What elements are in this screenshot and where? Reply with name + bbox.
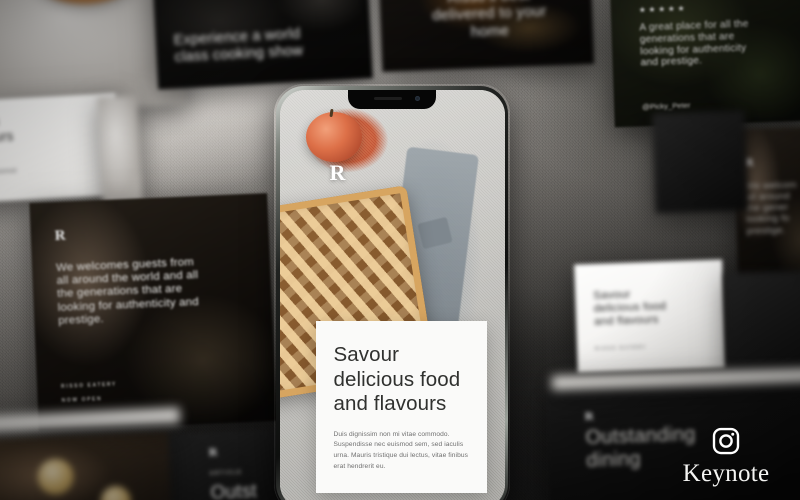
slide-headline: Savour delicious food and flavours	[593, 288, 667, 329]
brand-watermark: Keynote	[666, 426, 786, 488]
slide-photo	[0, 431, 173, 500]
slide-photo	[652, 110, 748, 214]
slide-welcome[interactable]: R We welcomes guests from all around the…	[29, 193, 277, 431]
earpiece-speaker-icon	[374, 97, 402, 101]
slide-quote: A great place for all the generations th…	[639, 18, 749, 69]
presentation-mockup-scene: Experience a world class cooking show Ri…	[0, 0, 800, 500]
screen-body-text: Duis dignissim non mi vitae commodo. Sus…	[333, 430, 469, 470]
front-camera-icon	[414, 96, 420, 102]
slide-headline: Outst	[210, 481, 258, 500]
screen-headline: Savour delicious food and flavours	[333, 343, 461, 416]
brand-logo-letter: R	[329, 159, 346, 185]
instagram-icon[interactable]	[711, 426, 741, 456]
apple-fruit-photo	[305, 111, 362, 162]
slide-right-dark-slab[interactable]	[652, 110, 748, 214]
slide-headline: Risso's best delivered to your home	[431, 0, 547, 41]
slide-testimonial[interactable]: ★★★★★ A great place for all the generati…	[609, 0, 800, 128]
slide-left-narrow[interactable]	[97, 95, 143, 205]
device-notch	[348, 89, 436, 109]
slide-headline: We welcomes guests from all around the w…	[55, 256, 199, 327]
slide-bottom-left-photo[interactable]	[0, 431, 173, 500]
slide-logo: R	[54, 227, 66, 245]
device-screen[interactable]: R Savour delicious food and flavours Dui…	[279, 89, 505, 500]
slide-logo: R	[584, 408, 594, 423]
device-frame: R Savour delicious food and flavours Dui…	[274, 84, 510, 500]
slide-headline: We welcom all around the gener looking f…	[745, 179, 797, 237]
keynote-wordmark: Keynote	[682, 460, 770, 487]
screen-content-card[interactable]: Savour delicious food and flavours Duis …	[315, 321, 487, 493]
slide-delivery[interactable]: Risso's best delivered to your home	[377, 0, 595, 73]
iphone-device-mockup[interactable]: R Savour delicious food and flavours Dui…	[258, 84, 526, 500]
rating-stars: ★★★★★	[638, 3, 688, 15]
slide-photo	[97, 95, 143, 205]
slide-logo: R	[208, 444, 218, 459]
slide-savour-white[interactable]: Savour delicious food and flavours RISSO…	[574, 259, 726, 373]
testimonial-handle: @Picky_Peter	[641, 100, 691, 112]
slide-cooking-show[interactable]: Experience a world class cooking show	[152, 0, 373, 90]
